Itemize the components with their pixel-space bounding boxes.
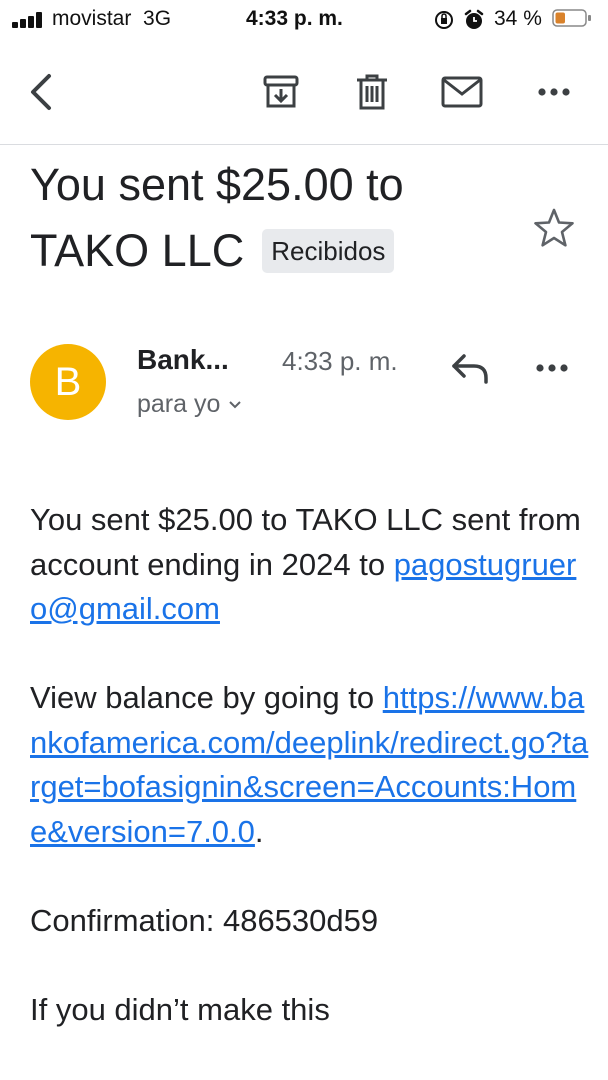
battery-icon	[552, 9, 591, 27]
chevron-down-icon	[229, 400, 242, 408]
recipient-text: para yo	[137, 390, 221, 418]
archive-icon	[263, 75, 299, 108]
body-paragraph-4: If you didn’t make this	[30, 991, 330, 1027]
back-button[interactable]	[12, 64, 68, 120]
mail-icon	[441, 76, 483, 108]
reply-icon	[452, 354, 488, 384]
more-options-button[interactable]	[526, 64, 582, 120]
orientation-lock-alarm-icon	[435, 9, 484, 29]
sender-avatar[interactable]: B	[30, 344, 106, 420]
recipient-details-toggle[interactable]: para yo	[137, 390, 242, 419]
sender-name[interactable]: Bank...	[137, 344, 229, 376]
message-time: 4:33 p. m.	[282, 346, 398, 376]
body-paragraph-1: You sent $25.00 to TAKO LLC sent from ac…	[30, 502, 581, 626]
body-paragraph-2: View balance by going to https://www.ban…	[30, 680, 589, 849]
subject-line-1: You sent $25.00 to	[30, 159, 404, 210]
confirmation-text: Confirmation: 486530d59	[30, 902, 379, 938]
carrier-name: movistar 3G	[52, 7, 172, 30]
delete-button[interactable]	[344, 64, 400, 120]
email-subject: You sent $25.00 to TAKO LLC Recibidos	[30, 152, 530, 284]
email-toolbar	[0, 44, 608, 145]
battery-percent: 34 %	[494, 7, 542, 30]
status-time: 4:33 p. m.	[246, 7, 343, 30]
more-horizontal-icon	[536, 364, 568, 372]
more-horizontal-icon	[538, 88, 570, 96]
trash-icon	[357, 74, 387, 110]
label-badge-inbox[interactable]: Recibidos	[262, 229, 395, 273]
archive-button[interactable]	[253, 64, 309, 120]
reply-button[interactable]	[446, 348, 496, 388]
email-body: You sent $25.00 to TAKO LLC sent from ac…	[30, 498, 590, 1077]
subject-line-2: TAKO LLC	[30, 225, 245, 276]
back-arrow-icon	[31, 74, 51, 110]
star-icon[interactable]	[532, 206, 576, 250]
mark-unread-button[interactable]	[434, 64, 490, 120]
status-bar: movistar 3G 4:33 p. m. 34 %	[0, 0, 608, 40]
signal-strength-icon	[12, 12, 46, 28]
message-more-button[interactable]	[528, 350, 576, 386]
